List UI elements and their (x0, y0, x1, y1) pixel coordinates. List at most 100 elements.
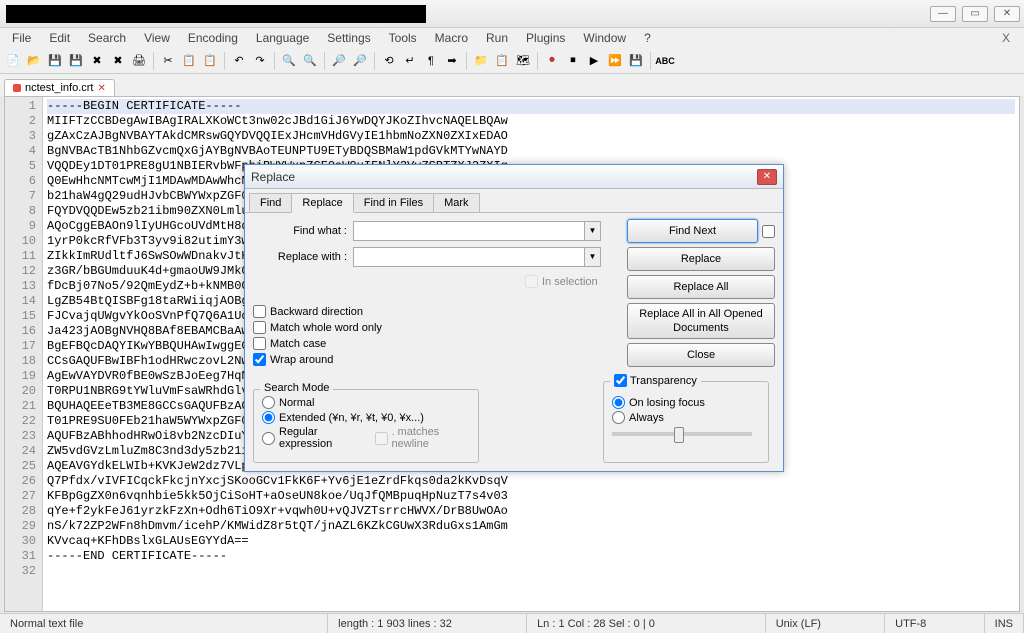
menu-window[interactable]: Window (575, 29, 634, 47)
savemacro-icon[interactable]: 💾 (627, 52, 645, 70)
replace-all-button[interactable]: Replace All (627, 275, 775, 299)
wholeword-checkbox[interactable] (253, 321, 266, 334)
trans-losing-radio[interactable] (612, 396, 625, 409)
close-doc-button[interactable]: X (994, 29, 1020, 47)
mode-regex-radio[interactable] (262, 432, 275, 445)
replace-dropdown-icon[interactable]: ▼ (585, 247, 601, 267)
spellcheck-icon[interactable]: ABC (656, 52, 674, 70)
replace-button[interactable]: Replace (627, 247, 775, 271)
paste-icon[interactable]: 📋 (201, 52, 219, 70)
menu-run[interactable]: Run (478, 29, 516, 47)
funclist-icon[interactable]: 📋 (493, 52, 511, 70)
backward-checkbox[interactable] (253, 305, 266, 318)
tab-close-icon[interactable]: ✕ (97, 83, 105, 94)
replace-all-docs-button[interactable]: Replace All in All Opened Documents (627, 303, 775, 339)
minimize-button[interactable]: — (930, 6, 956, 22)
menu-settings[interactable]: Settings (319, 29, 378, 47)
menu-tools[interactable]: Tools (381, 29, 425, 47)
play-icon[interactable]: ▶ (585, 52, 603, 70)
redo-icon[interactable]: ↷ (251, 52, 269, 70)
maximize-button[interactable]: ▭ (962, 6, 988, 22)
wholeword-label: Match whole word only (270, 322, 382, 334)
replace-icon[interactable]: 🔍 (301, 52, 319, 70)
transparency-slider[interactable] (612, 432, 752, 436)
find-what-input[interactable] (353, 221, 585, 241)
close-icon[interactable]: ✖ (88, 52, 106, 70)
dialog-title: Replace (251, 170, 295, 184)
menu-file[interactable]: File (4, 29, 39, 47)
trans-losing[interactable]: On losing focus (612, 396, 760, 409)
titlebar: — ▭ ✕ (0, 0, 1024, 28)
open-icon[interactable]: 📂 (25, 52, 43, 70)
wrap-checkbox[interactable] (253, 353, 266, 366)
undo-icon[interactable]: ↶ (230, 52, 248, 70)
find-what-label: Find what : (253, 225, 353, 237)
tab-findinfiles[interactable]: Find in Files (353, 193, 434, 212)
stop-icon[interactable]: ⏹ (564, 52, 582, 70)
indent-icon[interactable]: ➡ (443, 52, 461, 70)
find-next-extra-checkbox[interactable] (762, 225, 775, 238)
mode-extended-radio[interactable] (262, 411, 275, 424)
menu-encoding[interactable]: Encoding (180, 29, 246, 47)
matchcase-checkbox[interactable] (253, 337, 266, 350)
status-filetype: Normal text file (0, 614, 328, 633)
dialog-titlebar[interactable]: Replace ✕ (245, 165, 783, 189)
search-mode-legend: Search Mode (260, 382, 333, 394)
menu-plugins[interactable]: Plugins (518, 29, 573, 47)
sync-icon[interactable]: ⟲ (380, 52, 398, 70)
close-button[interactable]: ✕ (994, 6, 1020, 22)
wholeword-check[interactable]: Match whole word only (253, 321, 382, 334)
find-next-button[interactable]: Find Next (627, 219, 758, 243)
menu-language[interactable]: Language (248, 29, 317, 47)
mode-regex-label: Regular expression (279, 426, 363, 450)
menu-macro[interactable]: Macro (427, 29, 476, 47)
record-icon[interactable]: ⏺ (543, 52, 561, 70)
trans-always[interactable]: Always (612, 411, 760, 424)
copy-icon[interactable]: 📋 (180, 52, 198, 70)
status-encoding: UTF-8 (885, 614, 985, 633)
mode-normal-radio[interactable] (262, 396, 275, 409)
menu-view[interactable]: View (136, 29, 178, 47)
menu-search[interactable]: Search (80, 29, 134, 47)
dialog-close-btn[interactable]: Close (627, 343, 775, 367)
playmulti-icon[interactable]: ⏩ (606, 52, 624, 70)
backward-check[interactable]: Backward direction (253, 305, 382, 318)
new-icon[interactable]: 📄 (4, 52, 22, 70)
in-selection-label: In selection (542, 276, 598, 288)
saveall-icon[interactable]: 💾 (67, 52, 85, 70)
folder-icon[interactable]: 📁 (472, 52, 490, 70)
zoomin-icon[interactable]: 🔎 (330, 52, 348, 70)
wrap-icon[interactable]: ↵ (401, 52, 419, 70)
mode-extended[interactable]: Extended (¥n, ¥r, ¥t, ¥0, ¥x...) (262, 411, 470, 424)
menu-edit[interactable]: Edit (41, 29, 78, 47)
line-gutter: 1234567891011121314151617181920212223242… (5, 97, 43, 611)
tab-find[interactable]: Find (249, 193, 292, 212)
showall-icon[interactable]: ¶ (422, 52, 440, 70)
tab-replace[interactable]: Replace (291, 193, 353, 213)
zoomout-icon[interactable]: 🔎 (351, 52, 369, 70)
print-icon[interactable]: 🖨 (130, 52, 148, 70)
docmap-icon[interactable]: 🗺 (514, 52, 532, 70)
wrap-check[interactable]: Wrap around (253, 353, 382, 366)
status-eol: Unix (LF) (766, 614, 885, 633)
save-icon[interactable]: 💾 (46, 52, 64, 70)
trans-always-radio[interactable] (612, 411, 625, 424)
dialog-close-button[interactable]: ✕ (757, 169, 777, 185)
transparency-group: Transparency On losing focus Always (603, 381, 769, 463)
transparency-checkbox[interactable] (614, 374, 627, 387)
closeall-icon[interactable]: ✖ (109, 52, 127, 70)
matchcase-check[interactable]: Match case (253, 337, 382, 350)
trans-losing-label: On losing focus (629, 397, 705, 409)
menu-help[interactable]: ? (636, 29, 659, 47)
cut-icon[interactable]: ✂ (159, 52, 177, 70)
mode-normal[interactable]: Normal (262, 396, 470, 409)
replace-with-input[interactable] (353, 247, 585, 267)
tab-mark[interactable]: Mark (433, 193, 479, 212)
dialog-tabs: Find Replace Find in Files Mark (245, 189, 783, 213)
matchcase-label: Match case (270, 338, 326, 350)
file-tab[interactable]: nctest_info.crt ✕ (4, 79, 115, 96)
find-dropdown-icon[interactable]: ▼ (585, 221, 601, 241)
mode-regex[interactable]: Regular expression . matches newline (262, 426, 470, 450)
find-icon[interactable]: 🔍 (280, 52, 298, 70)
newline-checkbox (375, 432, 388, 445)
